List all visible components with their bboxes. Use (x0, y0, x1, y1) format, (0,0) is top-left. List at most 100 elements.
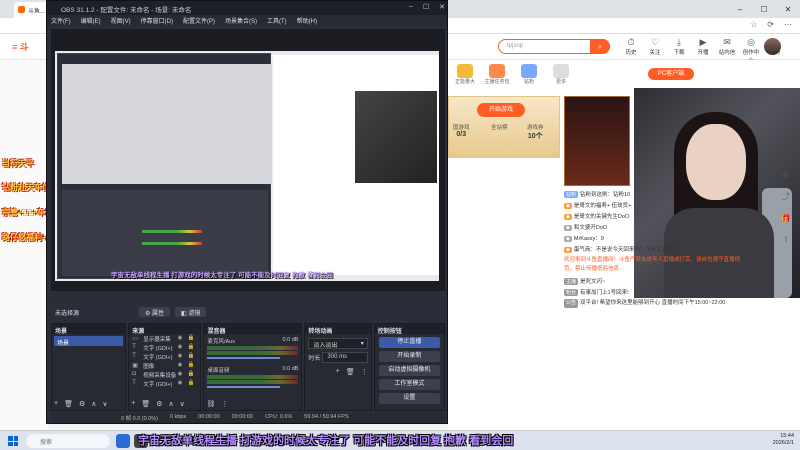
obs-titlebar: OBS 31.1.2 - 配置文件: 未命名 - 场景: 未命名 – ☐ ✕ (47, 1, 447, 15)
trash-icon[interactable]: 🗑 (346, 368, 355, 376)
studio-mode-button[interactable]: 工作室模式 (378, 379, 440, 390)
menu-scene-collection[interactable]: 场景集合(S) (225, 16, 257, 25)
scene-item[interactable]: 场景 (54, 336, 124, 347)
virtual-camera-button[interactable]: 启动虚拟摄像机 (378, 365, 440, 376)
menu-view[interactable]: 视图(V) (111, 16, 131, 25)
obs-statusbar: 0 帧 0.0 (0.0%) 0 kbps 00:00:00 00:00:00 … (51, 413, 445, 423)
gift-item[interactable]: 钻粉 (516, 64, 542, 85)
refresh-icon[interactable]: ⟳ (767, 20, 774, 29)
gift-item[interactable]: 主播任务包 (484, 64, 510, 85)
obs-minimize-icon[interactable]: – (409, 3, 413, 11)
source-item[interactable]: ▭ 显示器采集 ◉ 🔒 (129, 334, 200, 343)
volume-slider[interactable] (207, 386, 281, 388)
source-item[interactable]: ◘ 视频采集设备 ◉ 🔒 (129, 370, 200, 379)
chat-message: 钻粉 钻粉到这刷：钻粉10 (564, 190, 746, 198)
user-avatar[interactable] (764, 38, 781, 55)
info-value: 是死文闪~ (580, 279, 606, 285)
system-clock[interactable]: 15:44 2026/2/1 (773, 433, 794, 447)
trash-icon[interactable]: 🗑 (64, 400, 73, 408)
streamer-face (686, 124, 746, 200)
config-icon[interactable]: ⚙ (156, 400, 162, 408)
share-icon[interactable]: ⤴ (782, 191, 790, 202)
more-icon[interactable]: ⋮ (361, 368, 368, 376)
lock-icon[interactable]: 🔒 (188, 353, 195, 359)
add-icon[interactable]: + (336, 368, 340, 376)
eye-icon[interactable]: ◉ (178, 371, 183, 377)
add-icon[interactable]: + (131, 400, 135, 408)
browser-tab-label: 斗鱼… (28, 9, 47, 15)
gift-label: 钻粉 (523, 79, 534, 85)
link-icon[interactable]: ⛓ (206, 400, 215, 408)
chat-text: 和文婆开DoO (573, 225, 608, 231)
maximize-icon[interactable]: ☐ (752, 0, 776, 18)
duration-input[interactable]: 300 ms (322, 352, 369, 363)
menu-docks[interactable]: 停靠窗口(D) (141, 16, 173, 25)
game-banner[interactable]: 开始游戏 国游戏 0/3 全站榜 游戏券 10个 (448, 96, 560, 158)
minimize-icon[interactable]: – (728, 0, 752, 18)
bookmark-icon[interactable]: ☆ (750, 20, 757, 29)
menu-tools[interactable]: 工具(T) (267, 16, 287, 25)
trash-icon[interactable]: 🗑 (141, 400, 150, 408)
eye-icon[interactable]: ◉ (178, 353, 183, 359)
lock-icon[interactable]: 🔒 (188, 380, 195, 386)
down-icon[interactable]: ∨ (180, 400, 185, 408)
filters-button[interactable]: ◧ 滤镜 (175, 307, 207, 317)
menu-file[interactable]: 文件(F) (51, 16, 71, 25)
search-placeholder: tpjsnp (507, 43, 524, 49)
start-game-button[interactable]: 开始游戏 (477, 103, 525, 117)
up-icon[interactable]: ∧ (91, 400, 96, 408)
lock-icon[interactable]: 🔒 (188, 362, 195, 368)
menu-profile[interactable]: 配置文件(P) (183, 16, 215, 25)
gift-box-icon[interactable]: 🎁 (781, 214, 791, 223)
settings-button[interactable]: 设置 (378, 393, 440, 404)
gift-effects-panel: 当行天平 钻粉赴天车位+钻粉群 宗管+□□+车位 路仔怒福利+以上 (0, 60, 79, 430)
site-search-input[interactable]: tpjsnp ⌕ (498, 39, 610, 54)
windows-start-icon[interactable] (8, 436, 18, 446)
up-icon[interactable]: ∧ (168, 400, 173, 408)
emoji-icon[interactable]: ☺ (782, 170, 790, 179)
site-logo-icon[interactable]: ≡ 斗 (12, 40, 40, 54)
nested-docks (62, 190, 268, 276)
down-icon[interactable]: ∨ (102, 400, 107, 408)
source-item[interactable]: ▣ 图像 ◉ 🔒 (129, 361, 200, 370)
add-icon[interactable]: + (54, 400, 58, 408)
menu-icon[interactable]: ⋯ (784, 20, 792, 29)
gift-item[interactable]: 正能量大 (452, 64, 478, 85)
nav-label: 开播 (697, 50, 709, 56)
taskbar-search[interactable]: 搜索 (26, 434, 110, 448)
obs-close-icon[interactable]: ✕ (439, 3, 445, 11)
controls-title: 控制按钮 (374, 324, 444, 335)
eye-icon[interactable]: ◉ (178, 362, 183, 368)
sources-dock: 来源 ▭ 显示器采集 ◉ 🔒 T 文字 (GDI+) ◉ 🔒 T 文字 (GDI+) ◉ 🔒 ▣ 图… (128, 323, 202, 411)
start-recording-button[interactable]: 开始录制 (378, 351, 440, 362)
game-promo-tile[interactable] (564, 96, 630, 186)
volume-slider[interactable] (207, 357, 281, 359)
browser-app-icon[interactable] (116, 434, 130, 448)
search-icon[interactable]: ⌕ (590, 39, 610, 54)
obs-maximize-icon[interactable]: ☐ (423, 3, 429, 11)
config-icon[interactable]: ⚙ (79, 400, 85, 408)
menu-edit[interactable]: 编辑(E) (81, 16, 101, 25)
lock-icon[interactable]: 🔒 (188, 371, 195, 377)
more-icon[interactable]: ⋮ (221, 400, 228, 408)
scroll-top-icon[interactable]: ⇧ (783, 235, 790, 244)
duration-label: 时长 (308, 356, 321, 362)
eye-icon[interactable]: ◉ (178, 335, 183, 341)
source-item[interactable]: T 文字 (GDI+) ◉ 🔒 (129, 343, 200, 352)
mixer-channel: 桌面音频 0.0 dB (207, 366, 299, 392)
stop-streaming-button[interactable]: 停止直播 (378, 337, 440, 348)
close-icon[interactable]: ✕ (776, 0, 800, 18)
lock-icon[interactable]: 🔒 (188, 335, 195, 341)
lock-icon[interactable]: 🔒 (188, 344, 195, 350)
transition-select[interactable]: 淡入淡出 ▾ (308, 338, 368, 349)
eye-icon[interactable]: ◉ (178, 344, 183, 350)
source-item[interactable]: T 文字 (GDI+) ◉ 🔒 (129, 379, 200, 388)
source-item[interactable]: T 文字 (GDI+) ◉ 🔒 (129, 352, 200, 361)
pc-client-button[interactable]: PC客户端 (648, 68, 694, 80)
properties-button[interactable]: ⚙ 属性 (139, 307, 171, 317)
obs-preview[interactable]: 宇宙无敌单线程生播 打游戏的时候太专注了 可能不能及时回复 抱歉 看到会回 (51, 29, 445, 291)
chat-message: ◆ MrKassy：9 (564, 234, 746, 242)
gift-item[interactable]: 更多 (548, 64, 574, 85)
menu-help[interactable]: 帮助(H) (297, 16, 317, 25)
eye-icon[interactable]: ◉ (178, 380, 183, 386)
